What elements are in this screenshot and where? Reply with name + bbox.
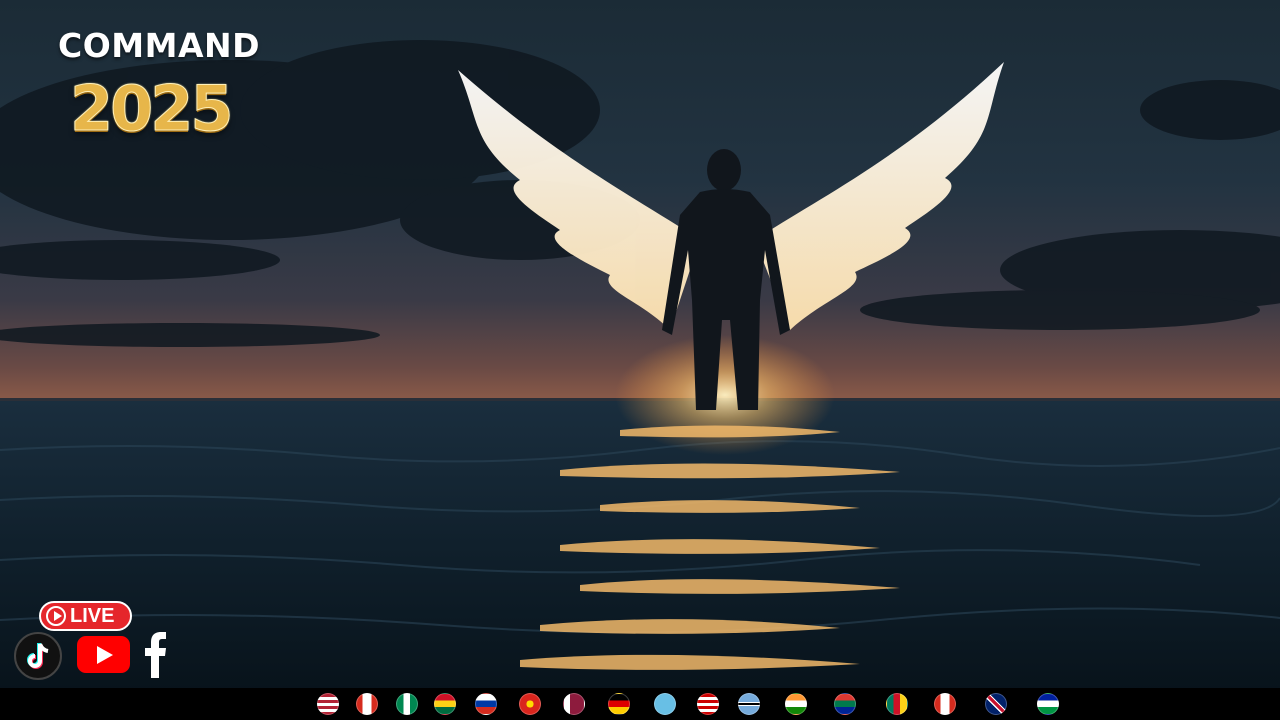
youtube-icon	[77, 636, 130, 673]
flag-germany-icon	[608, 693, 630, 715]
flag-malaysia-icon	[697, 693, 719, 715]
live-label: LIVE	[70, 604, 115, 627]
live-badge: LIVE	[39, 601, 132, 631]
flag-nigeria-icon	[396, 693, 418, 715]
title-overlay: COMMAND 2025	[58, 26, 288, 146]
flag-india-icon	[785, 693, 807, 715]
play-icon	[46, 606, 66, 626]
flag-south-africa-icon	[834, 693, 856, 715]
flag-cameroon-icon	[886, 693, 908, 715]
flag-russia-icon	[475, 693, 497, 715]
title-year: 2025	[70, 72, 235, 146]
flag-fiji-icon	[654, 693, 676, 715]
flag-bar	[0, 688, 1280, 720]
flag-qatar-icon	[563, 693, 585, 715]
flag-canada-2-icon	[934, 693, 956, 715]
flag-canada-icon	[356, 693, 378, 715]
flag-ghana-icon	[434, 693, 456, 715]
title-command: COMMAND	[58, 26, 260, 65]
flag-usa-icon	[317, 693, 339, 715]
flag-lesotho-icon	[1037, 693, 1059, 715]
tiktok-icon	[14, 632, 62, 680]
flag-vietnam-icon	[519, 693, 541, 715]
flag-uk-icon	[985, 693, 1007, 715]
flag-botswana-icon	[738, 693, 760, 715]
facebook-icon	[142, 630, 168, 678]
